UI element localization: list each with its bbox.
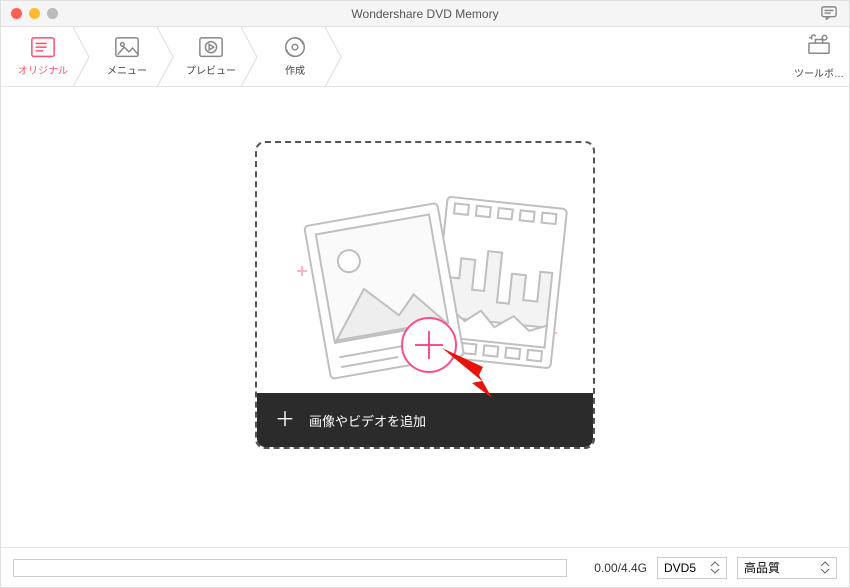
step-original-label: オリジナル — [18, 62, 68, 77]
select-caret-icon — [820, 560, 832, 576]
add-media-button[interactable]: ＋ 画像やビデオを追加 — [257, 393, 593, 447]
toolbox-icon — [806, 34, 832, 61]
menu-icon — [114, 36, 140, 58]
preview-icon — [198, 36, 224, 58]
step-preview[interactable]: プレビュー — [169, 27, 253, 86]
quality-value: 高品質 — [744, 559, 780, 576]
disc-type-select[interactable]: DVD5 — [657, 557, 727, 579]
capacity-text: 0.00/4.4G — [577, 561, 647, 575]
create-icon — [282, 36, 308, 58]
step-menu[interactable]: メニュー — [85, 27, 169, 86]
window-controls — [1, 8, 58, 19]
bottom-bar: 0.00/4.4G DVD5 高品質 — [1, 547, 849, 587]
plus-icon: ＋ — [275, 410, 295, 430]
toolbox-button[interactable]: ツールボ… — [789, 27, 849, 86]
zoom-window-button[interactable] — [47, 8, 58, 19]
drop-card[interactable]: ＋ 画像やビデオを追加 — [255, 141, 595, 449]
window-title: Wondershare DVD Memory — [1, 7, 849, 21]
drop-illustration — [257, 143, 593, 393]
feedback-icon[interactable] — [821, 6, 837, 20]
content-area: ＋ 画像やビデオを追加 — [1, 87, 849, 547]
capacity-progress-bar — [13, 559, 567, 577]
step-preview-label: プレビュー — [186, 62, 236, 77]
close-window-button[interactable] — [11, 8, 22, 19]
step-create-label: 作成 — [285, 62, 305, 77]
disc-type-value: DVD5 — [664, 561, 696, 575]
step-toolbar: オリジナル メニュー プレビュー 作成 ツールボ… — [1, 27, 849, 87]
minimize-window-button[interactable] — [29, 8, 40, 19]
quality-select[interactable]: 高品質 — [737, 557, 837, 579]
add-media-label: 画像やビデオを追加 — [309, 411, 426, 430]
toolbox-label: ツールボ… — [794, 65, 844, 80]
titlebar: Wondershare DVD Memory — [1, 1, 849, 27]
step-menu-label: メニュー — [107, 62, 147, 77]
step-original[interactable]: オリジナル — [1, 27, 85, 86]
select-caret-icon — [710, 560, 722, 576]
capacity-meter: 0.00/4.4G — [13, 559, 647, 577]
step-create[interactable]: 作成 — [253, 27, 337, 86]
original-icon — [30, 36, 56, 58]
